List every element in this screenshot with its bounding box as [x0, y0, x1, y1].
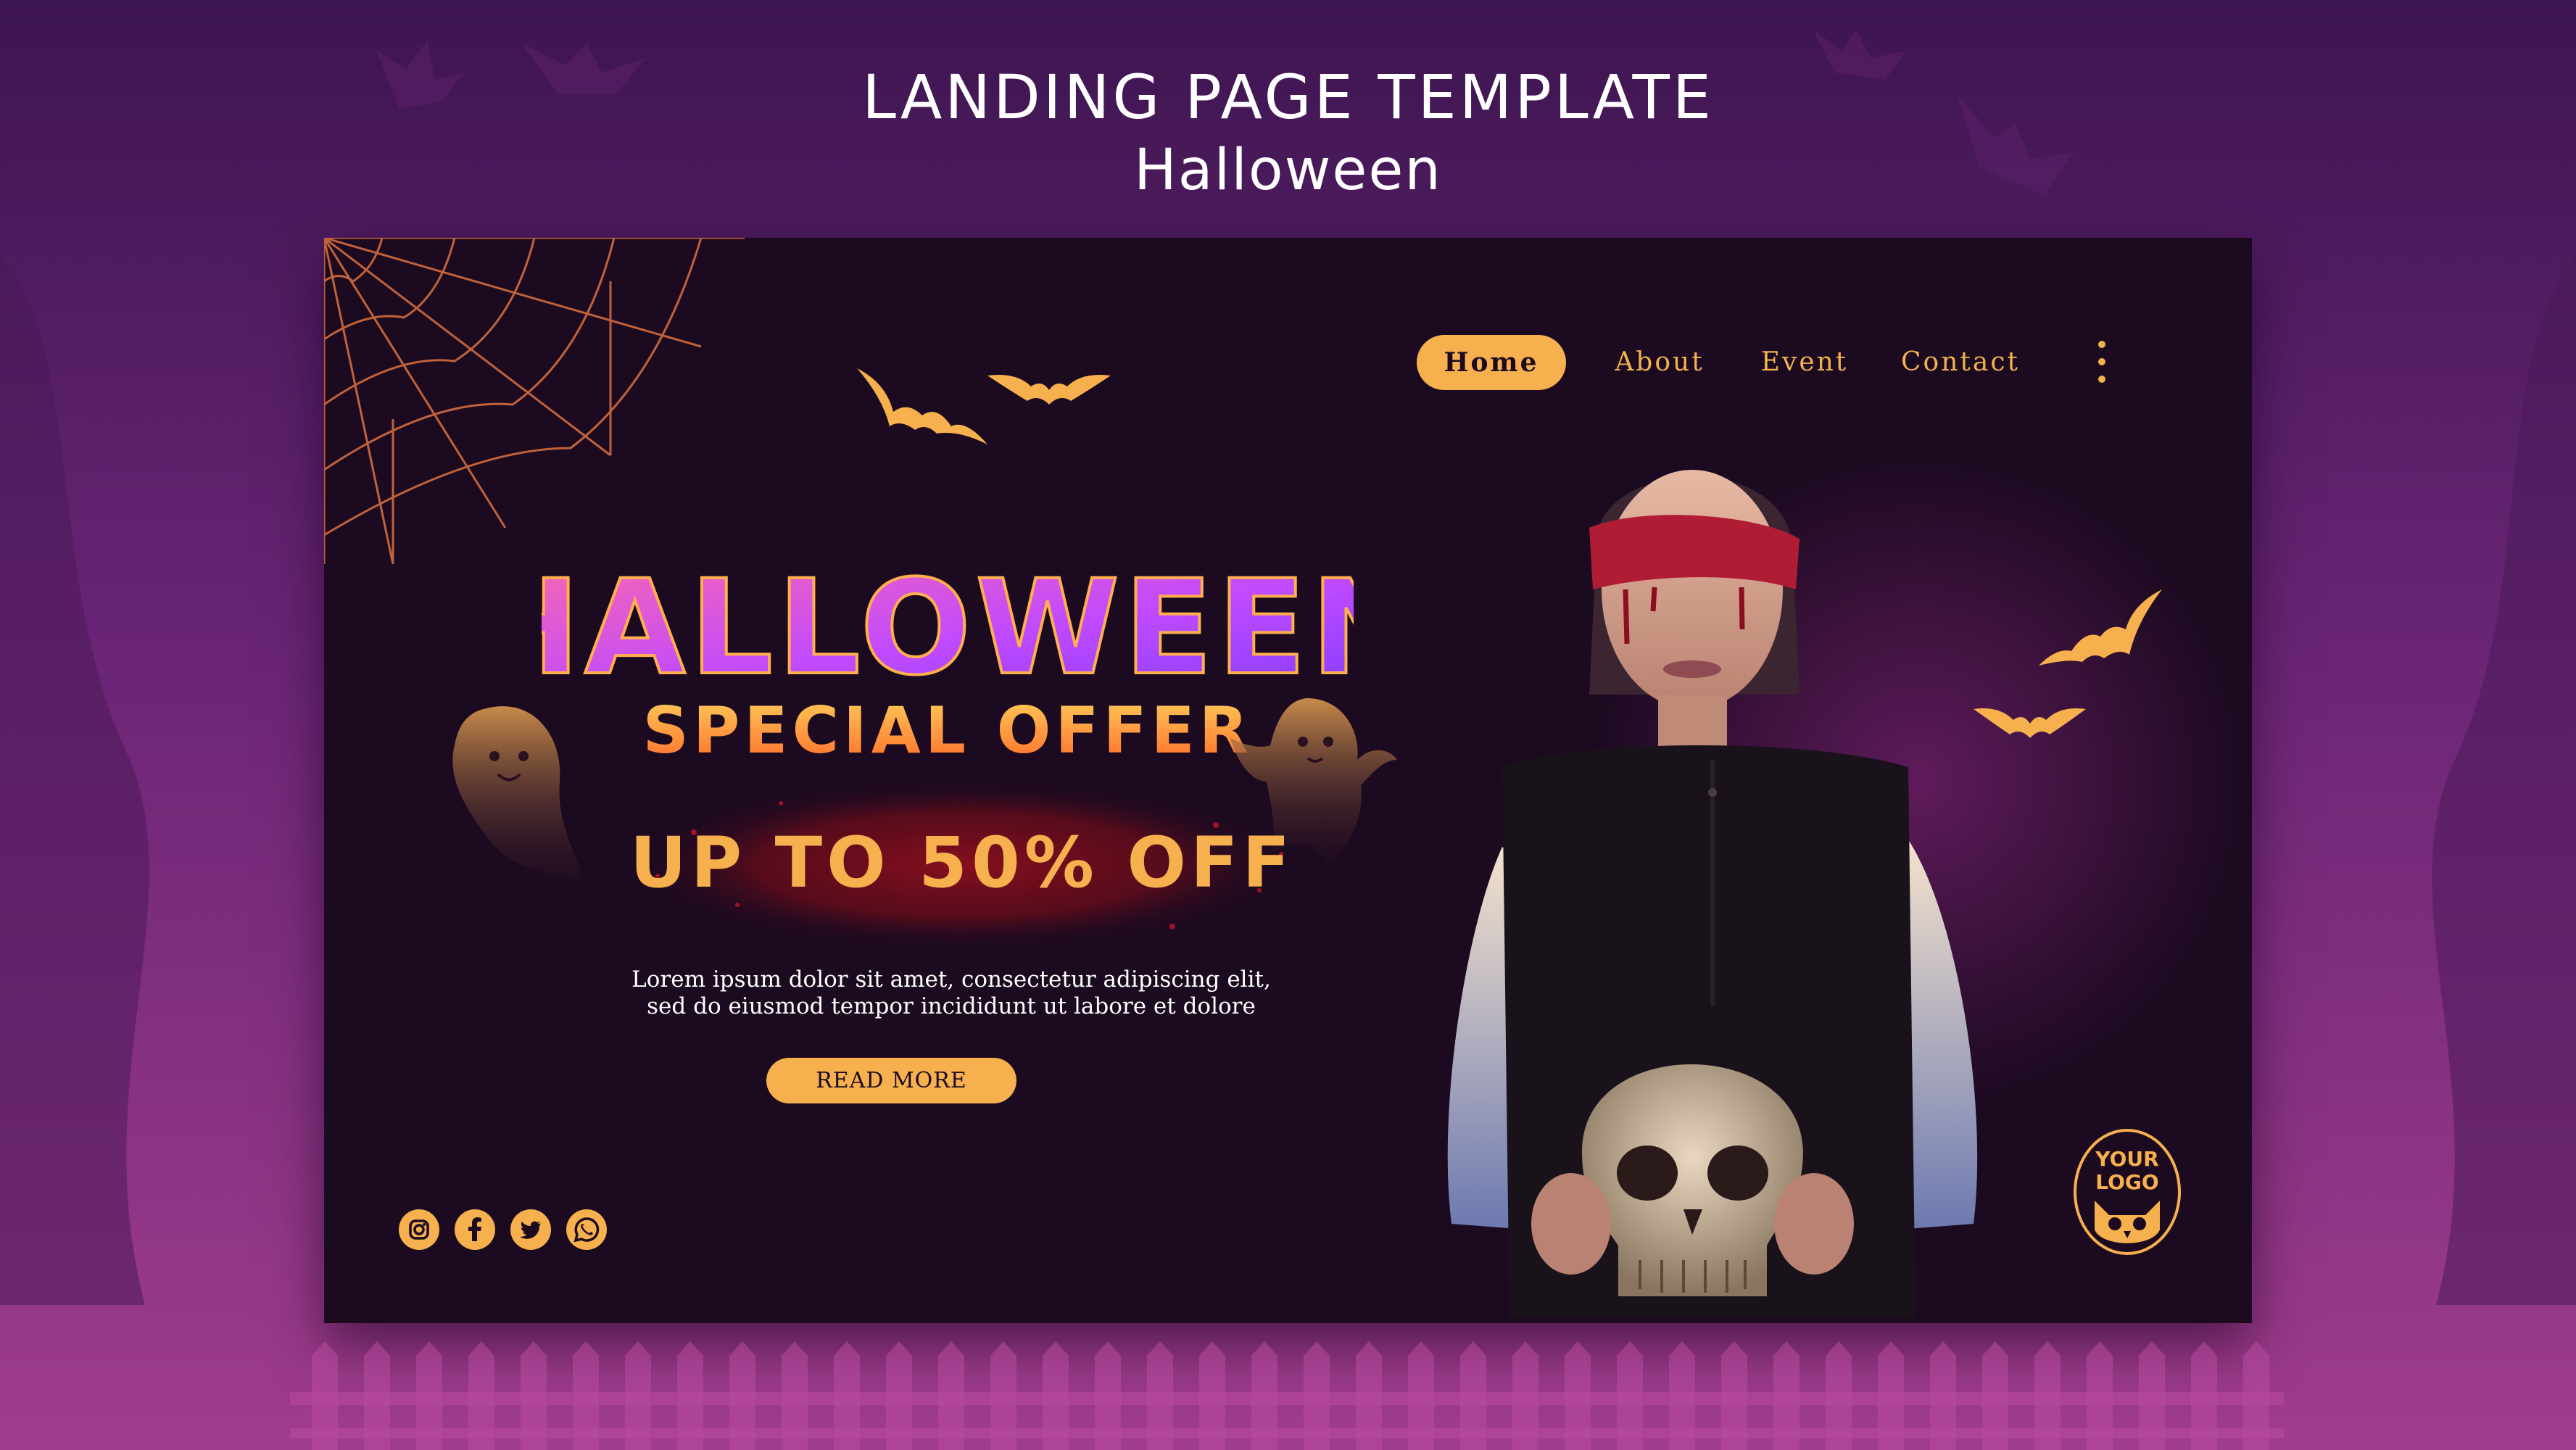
fence-picket: [677, 1341, 703, 1450]
logo-text: YOUR: [2095, 1147, 2158, 1171]
nav-item-home[interactable]: Home: [1417, 335, 1566, 390]
hero-photo: [1447, 470, 1978, 1318]
fence-picket: [2191, 1341, 2217, 1450]
fence-picket: [2034, 1341, 2061, 1450]
fence-picket: [938, 1341, 964, 1450]
fence-picket: [625, 1341, 651, 1450]
page-subtitle: Halloween: [1134, 138, 1442, 203]
fence-picket: [1251, 1341, 1277, 1450]
bat-icon: [1974, 708, 2086, 738]
fence-picket: [1773, 1341, 1800, 1450]
fence-picket: [416, 1341, 442, 1450]
fence-picket: [1512, 1341, 1538, 1450]
fence-picket: [2087, 1341, 2113, 1450]
fence-picket: [1826, 1341, 1852, 1450]
fence-picket: [1460, 1341, 1486, 1450]
fence-picket: [886, 1341, 912, 1450]
fence-picket: [1408, 1341, 1434, 1450]
fence-picket: [1669, 1341, 1695, 1450]
hero-description: Lorem ipsum dolor sit amet, consectetur …: [542, 966, 1361, 1020]
spiderweb-icon: [324, 238, 745, 564]
fence-picket: [364, 1341, 390, 1450]
instagram-icon[interactable]: [399, 1209, 439, 1250]
fence-picket: [312, 1341, 338, 1450]
fence-picket: [1930, 1341, 1956, 1450]
fence-picket: [1617, 1341, 1643, 1450]
nav-item-event[interactable]: Event: [1750, 335, 1859, 390]
twitter-icon[interactable]: [510, 1209, 551, 1250]
fence-picket: [573, 1341, 599, 1450]
owl-icon: [2095, 1201, 2160, 1243]
offer-banner: UP TO 50% OFF: [621, 778, 1303, 952]
whatsapp-icon[interactable]: [566, 1209, 607, 1250]
nav-item-contact[interactable]: Contact: [1888, 335, 2033, 390]
fence-picket: [1356, 1341, 1382, 1450]
fence-picket: [1095, 1341, 1121, 1450]
fence-picket: [834, 1341, 860, 1450]
fence-picket: [729, 1341, 755, 1450]
hero-subheadline: SPECIAL OFFER: [642, 693, 1252, 767]
landing-page-panel: Home About Event Contact HALLOWE: [324, 238, 2252, 1323]
bat-icon: [987, 375, 1111, 405]
fence-picket: [1878, 1341, 1904, 1450]
brand-logo: YOUR LOGO: [2074, 1129, 2181, 1255]
fence-decoration: [290, 1341, 2284, 1450]
hero-headline: HALLOWEEN: [542, 552, 1354, 704]
fence-picket: [1147, 1341, 1173, 1450]
offer-text: UP TO 50% OFF: [630, 822, 1294, 903]
hero-description-line: sed do eiusmod tempor incididunt ut labo…: [647, 993, 1256, 1019]
fence-picket: [1982, 1341, 2008, 1450]
fence-picket: [521, 1341, 547, 1450]
fence-picket: [1565, 1341, 1591, 1450]
hero-description-line: Lorem ipsum dolor sit amet, consectetur …: [631, 966, 1271, 993]
logo-text: LOGO: [2095, 1170, 2158, 1194]
fence-picket: [990, 1341, 1016, 1450]
bat-icon: [857, 368, 987, 444]
fence-picket: [2139, 1341, 2165, 1450]
bat-icon: [2039, 589, 2162, 666]
nav-item-about[interactable]: About: [1605, 335, 1714, 390]
page-title: LANDING PAGE TEMPLATE: [862, 62, 1714, 133]
fence-picket: [468, 1341, 494, 1450]
fence-picket: [782, 1341, 808, 1450]
more-menu-icon[interactable]: [2093, 341, 2111, 384]
fence-picket: [1721, 1341, 1747, 1450]
read-more-button[interactable]: READ MORE: [766, 1058, 1016, 1103]
facebook-icon[interactable]: [455, 1209, 495, 1250]
fence-picket: [1199, 1341, 1225, 1450]
fence-picket: [1304, 1341, 1330, 1450]
fence-picket: [2243, 1341, 2269, 1450]
fence-picket: [1043, 1341, 1069, 1450]
